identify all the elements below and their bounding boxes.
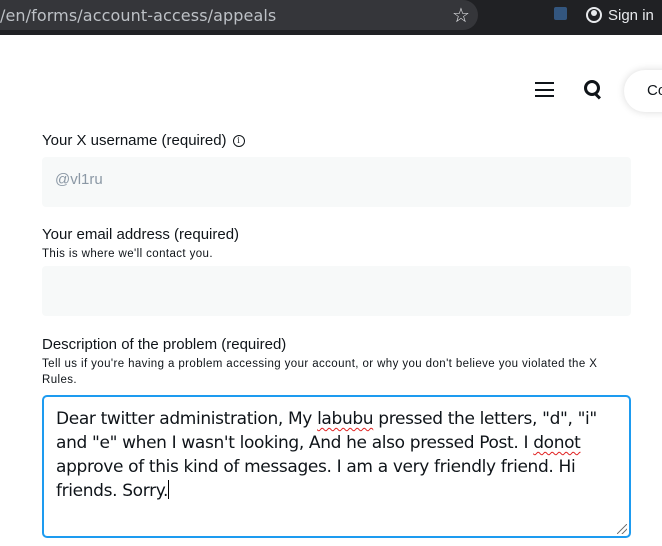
- description-text[interactable]: Dear twitter administration, My labubu p…: [56, 407, 626, 503]
- description-textarea[interactable]: Dear twitter administration, My labubu p…: [42, 395, 631, 538]
- account-icon: [586, 7, 602, 23]
- header-corner-button-label: Co: [647, 82, 662, 99]
- misspelled-word[interactable]: labubu: [317, 409, 374, 429]
- info-icon[interactable]: i: [232, 135, 245, 148]
- resize-handle-icon[interactable]: [617, 524, 627, 534]
- description-help-text: Tell us if you're having a problem acces…: [42, 358, 598, 386]
- header-corner-button[interactable]: Co: [624, 70, 662, 112]
- address-bar[interactable]: /en/forms/account-access/appeals ☆: [0, 0, 478, 30]
- text-caret: [168, 480, 170, 499]
- bookmark-star-icon[interactable]: ☆: [452, 3, 470, 28]
- sign-in-button[interactable]: Sign in: [586, 4, 654, 26]
- username-value: @vl1ru: [55, 171, 103, 188]
- browser-toolbar: /en/forms/account-access/appeals ☆ Sign …: [0, 0, 662, 32]
- sign-in-label: Sign in: [608, 6, 654, 24]
- description-label: Description of the problem (required): [42, 336, 287, 353]
- email-help-text: This is where we'll contact you.: [42, 248, 213, 260]
- search-icon[interactable]: [584, 80, 602, 100]
- username-field[interactable]: @vl1ru: [42, 157, 631, 207]
- extension-icon[interactable]: [554, 7, 567, 20]
- email-field[interactable]: [42, 266, 631, 316]
- url-text[interactable]: /en/forms/account-access/appeals: [0, 6, 276, 25]
- username-label-text: Your X username (required): [42, 132, 227, 149]
- misspelled-word[interactable]: donot: [533, 433, 581, 453]
- toolbar-divider: [0, 32, 662, 35]
- username-label: Your X username (required) i: [42, 132, 245, 149]
- email-label: Your email address (required): [42, 226, 240, 243]
- hamburger-menu-icon[interactable]: [535, 82, 554, 97]
